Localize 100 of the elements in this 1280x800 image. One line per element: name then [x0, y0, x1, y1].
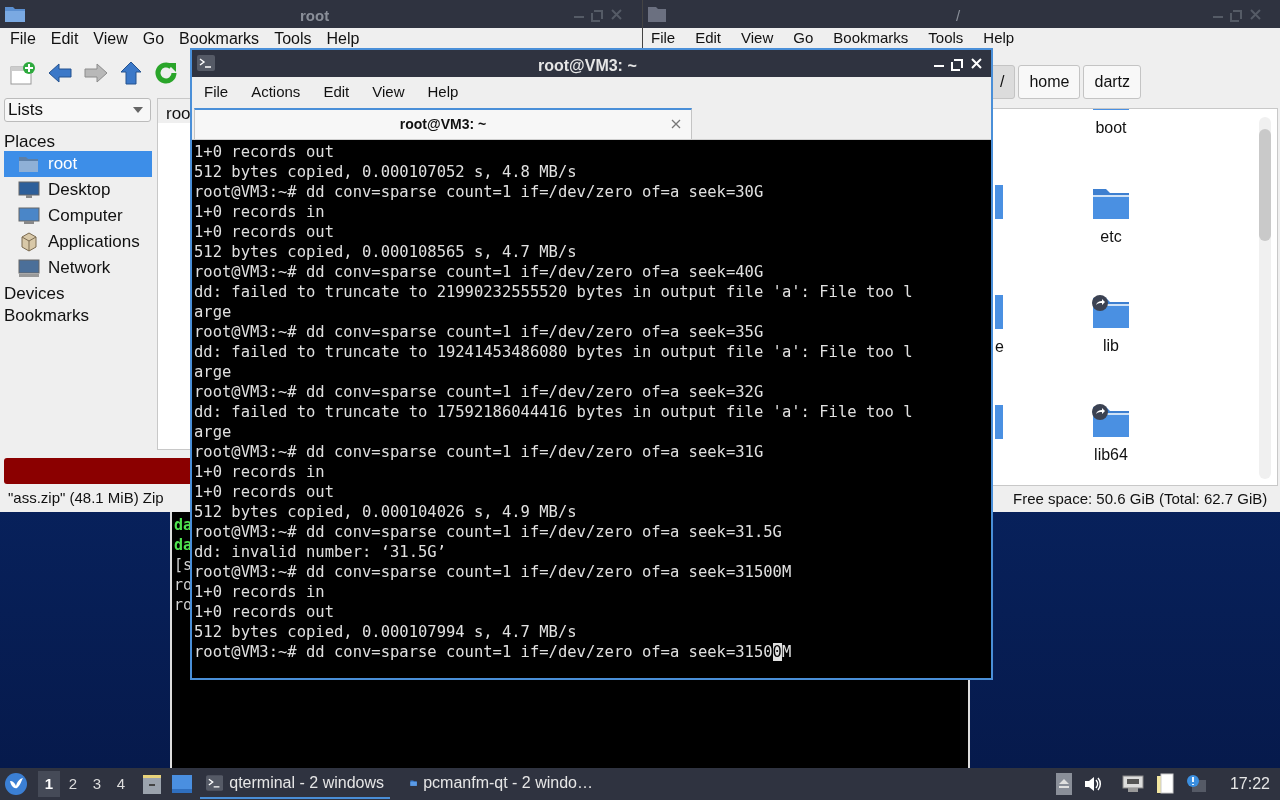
- notification-icon[interactable]: [1185, 774, 1206, 794]
- linked-folder-icon[interactable]: [1091, 294, 1131, 330]
- back-icon[interactable]: [48, 63, 72, 83]
- volume-icon[interactable]: [1083, 776, 1102, 792]
- status-text: "ass.zip" (48.1 MiB) Zip: [8, 487, 164, 508]
- menu-item[interactable]: View: [93, 30, 128, 48]
- file-name[interactable]: boot: [1095, 118, 1127, 138]
- terminal-icon: [206, 775, 224, 791]
- folder-icon: [4, 5, 26, 23]
- workspace-button[interactable]: 4: [110, 771, 132, 797]
- folder-icon: [995, 185, 1003, 219]
- tab[interactable]: roo: [158, 99, 192, 123]
- notes-icon[interactable]: [1155, 773, 1174, 795]
- menu-item[interactable]: Tools: [928, 29, 964, 46]
- terminal-line: arge: [194, 422, 233, 442]
- menu-item[interactable]: Actions: [251, 80, 301, 104]
- menu-item[interactable]: File: [651, 29, 676, 46]
- window-title: /: [956, 6, 961, 26]
- sidebar-item[interactable]: Desktop: [4, 177, 152, 203]
- menu-item[interactable]: Go: [142, 30, 165, 48]
- menu-item[interactable]: Bookmarks: [833, 29, 909, 46]
- menu-item[interactable]: Go: [793, 29, 814, 46]
- terminal-line: dd: failed to truncate to 19241453486080 bytes in output file 'a': File too l: [194, 342, 914, 362]
- folder-icon: [995, 295, 1003, 329]
- section-header: Bookmarks: [4, 306, 91, 325]
- sidebar-item[interactable]: Applications: [4, 229, 152, 255]
- menu-item[interactable]: View: [741, 29, 774, 46]
- terminal-line: root@VM3:~# dd conv=sparse count=1 if=/dev/zero of=a seek=31.5G: [194, 522, 783, 542]
- file-name[interactable]: lib64: [1094, 445, 1128, 465]
- terminal-line: root@VM3:~# dd conv=sparse count=1 if=/dev/zero of=a seek=40G: [194, 262, 765, 282]
- lists-dropdown[interactable]: Lists: [4, 98, 151, 122]
- terminal-line: 512 bytes copied, 0.000104026 s, 4.9 MB/s: [194, 502, 578, 522]
- menu-item[interactable]: Edit: [50, 30, 79, 48]
- folder-icon: [995, 405, 1003, 439]
- file-name[interactable]: e: [995, 335, 1004, 359]
- section-header: Devices: [4, 284, 66, 303]
- menu-item[interactable]: Help: [427, 80, 459, 104]
- section-header: Places: [4, 132, 57, 151]
- sidebar-item[interactable]: Computer: [4, 203, 152, 229]
- terminal-line: dd: failed to truncate to 17592186044416 bytes in output file 'a': File too l: [194, 402, 914, 422]
- terminal-input-line[interactable]: root@VM3:~# dd conv=sparse count=1 if=/dev/zero of=a seek=31500M: [194, 642, 991, 662]
- path-button[interactable]: home: [1018, 65, 1081, 99]
- desktop-icon: [18, 180, 40, 200]
- menu-item[interactable]: Help: [983, 29, 1015, 46]
- terminal-tab[interactable]: root@VM3: ~: [194, 108, 692, 139]
- status-text: Free space: 50.6 GiB (Total: 62.7 GiB): [1012, 488, 1269, 509]
- terminal-line: 512 bytes copied, 0.000107994 s, 4.7 MB/s: [194, 622, 578, 642]
- up-icon[interactable]: [120, 61, 142, 85]
- window-title: root: [300, 6, 330, 26]
- task-button[interactable]: qterminal - 2 windows: [200, 769, 390, 799]
- menu-item[interactable]: Tools: [274, 30, 312, 48]
- terminal-line: 512 bytes copied, 0.000108565 s, 4.7 MB/s: [194, 242, 578, 262]
- terminal-line: dd: failed to truncate to 21990232555520 bytes in output file 'a': File too l: [194, 282, 914, 302]
- terminal-line: 1+0 records in: [194, 462, 326, 482]
- menu-item[interactable]: Edit: [695, 29, 722, 46]
- sidebar-item[interactable]: Network: [4, 255, 152, 281]
- workspace-button[interactable]: 3: [86, 771, 108, 797]
- terminal-line: 1+0 records out: [194, 602, 335, 622]
- menu-item[interactable]: View: [372, 80, 405, 104]
- terminal-line: [s: [174, 555, 192, 575]
- network-icon[interactable]: [1121, 775, 1144, 793]
- scrollbar[interactable]: [1259, 117, 1271, 479]
- terminal-line: root@VM3:~# dd conv=sparse count=1 if=/dev/zero of=a seek=35G: [194, 322, 765, 342]
- eject-icon[interactable]: [1055, 773, 1072, 795]
- path-button[interactable]: dartz: [1083, 65, 1142, 99]
- folder-icon: [647, 5, 667, 23]
- refresh-icon[interactable]: [154, 61, 178, 85]
- scrollbar-thumb[interactable]: [1259, 129, 1271, 241]
- terminal-line: arge: [194, 362, 233, 382]
- terminal-line: root@VM3:~# dd conv=sparse count=1 if=/dev/zero of=a seek=32G: [194, 382, 765, 402]
- caret-icon: [133, 107, 143, 113]
- menu-item[interactable]: Help: [326, 30, 360, 48]
- menu-item[interactable]: File: [204, 80, 229, 104]
- file-name[interactable]: etc: [1100, 227, 1122, 247]
- file-name[interactable]: lib: [1103, 336, 1119, 356]
- menu-item[interactable]: File: [10, 30, 36, 48]
- terminal-icon: [197, 55, 215, 71]
- home-icon: [18, 154, 40, 174]
- terminal-line: root@VM3:~# dd conv=sparse count=1 if=/dev/zero of=a seek=31G: [194, 442, 765, 462]
- terminal-line: 1+0 records out: [194, 142, 335, 162]
- file-cabinet-icon[interactable]: [142, 773, 162, 795]
- terminal-line: root@VM3:~# dd conv=sparse count=1 if=/dev/zero of=a seek=30G: [194, 182, 765, 202]
- workspace-button[interactable]: 1: [38, 771, 60, 797]
- terminal-line: 1+0 records in: [194, 202, 326, 222]
- terminal-line: 1+0 records in: [194, 582, 326, 602]
- window-controls-icon[interactable]: [932, 56, 984, 71]
- clock[interactable]: 17:22: [1229, 772, 1270, 796]
- workspace-button[interactable]: 2: [62, 771, 84, 797]
- terminal-line: 512 bytes copied, 0.000107052 s, 4.8 MB/s: [194, 162, 578, 182]
- close-icon[interactable]: [671, 119, 681, 129]
- terminal-line: 1+0 records out: [194, 482, 335, 502]
- linked-folder-icon[interactable]: [1091, 403, 1131, 439]
- network-icon: [18, 258, 40, 278]
- menu-item[interactable]: Bookmarks: [179, 30, 260, 48]
- computer-icon: [18, 206, 40, 226]
- start-menu-icon[interactable]: [4, 772, 28, 796]
- terminal-line: arge: [194, 302, 233, 322]
- menu-item[interactable]: Edit: [323, 80, 350, 104]
- new-tab-icon[interactable]: [10, 61, 36, 85]
- task-button[interactable]: pcmanfm-qt - 2 windo…: [404, 769, 599, 799]
